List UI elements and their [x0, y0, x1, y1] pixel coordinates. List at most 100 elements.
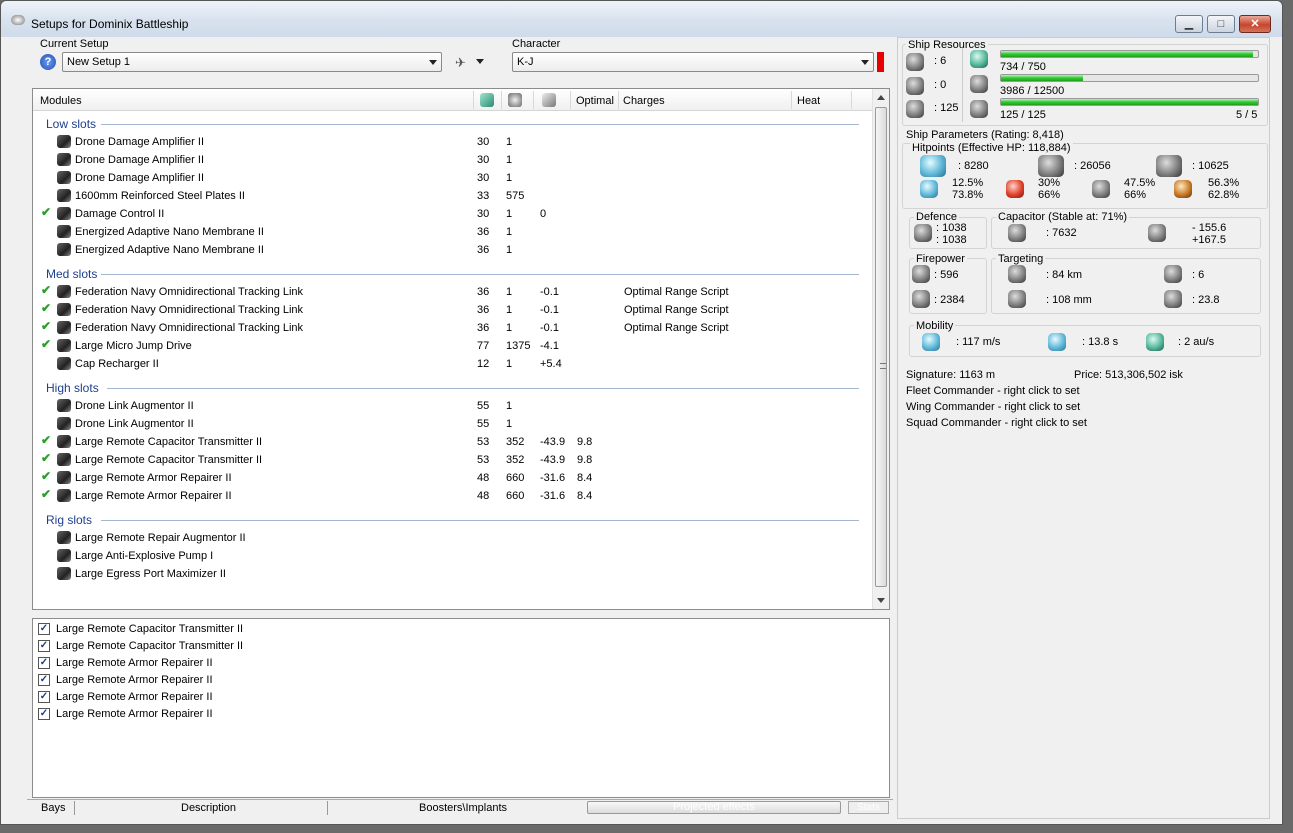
skills-status-indicator — [877, 52, 884, 72]
module-name: Energized Adaptive Nano Membrane II — [75, 244, 264, 256]
setup-select[interactable]: New Setup 1 — [62, 52, 442, 72]
powergrid-column-icon[interactable] — [480, 93, 494, 107]
ship-stats-panel: Ship Resources : 6 : 0 : 125 734 / 750 3… — [897, 37, 1270, 819]
scroll-down-icon[interactable] — [877, 598, 885, 603]
module-row[interactable]: ✔ Federation Navy Omnidirectional Trackin… — [33, 283, 873, 301]
capacitor-column-icon[interactable] — [542, 93, 556, 107]
cpu-usage: 734 / 750 — [1000, 61, 1046, 73]
module-row[interactable]: Drone Damage Amplifier II 30 1 — [33, 169, 873, 187]
module-cpu: 575 — [506, 190, 525, 202]
module-row[interactable]: ✔ Federation Navy Omnidirectional Trackin… — [33, 301, 873, 319]
module-powergrid: 53 — [477, 436, 490, 448]
module-row[interactable]: Cap Recharger II 12 1 +5.4 — [33, 355, 873, 373]
module-online-check[interactable]: ✔ — [41, 451, 51, 465]
squad-commander[interactable]: Squad Commander - right click to set — [906, 417, 1087, 429]
module-powergrid: 36 — [477, 226, 490, 238]
armor-icon — [1038, 155, 1064, 177]
module-powergrid: 36 — [477, 286, 490, 298]
module-name: Federation Navy Omnidirectional Tracking… — [75, 286, 304, 298]
module-row[interactable]: Drone Damage Amplifier II 30 1 — [33, 151, 873, 169]
signature-radius: Signature: 1163 m — [906, 369, 996, 381]
module-row[interactable]: ✔ Damage Control II 30 1 0 — [33, 205, 873, 223]
projected-item-checkbox[interactable]: ✓ — [38, 623, 50, 635]
capacitor-recharge: +167.5 — [1192, 234, 1226, 246]
fleet-commander[interactable]: Fleet Commander - right click to set — [906, 385, 1080, 397]
projected-item-checkbox[interactable]: ✓ — [38, 691, 50, 703]
tab-bays[interactable]: Bays — [41, 802, 65, 814]
column-charges[interactable]: Charges — [623, 95, 665, 107]
module-row[interactable]: Drone Link Augmentor II 55 1 — [33, 397, 873, 415]
module-row[interactable]: Large Egress Port Maximizer II — [33, 565, 873, 583]
module-capacitor: -43.9 — [540, 454, 566, 466]
capacitor-title: Capacitor (Stable at: 71%) — [996, 211, 1130, 223]
tab-boosters-implants[interactable]: Boosters\Implants — [419, 802, 507, 814]
projected-item-checkbox[interactable]: ✓ — [38, 674, 50, 686]
module-online-check[interactable]: ✔ — [41, 205, 51, 219]
module-online-check[interactable]: ✔ — [41, 301, 51, 315]
module-row[interactable]: ✔ Large Remote Capacitor Transmitter II 53… — [33, 433, 873, 451]
module-online-check[interactable]: ✔ — [41, 283, 51, 297]
tab-stats[interactable]: Stats — [848, 801, 889, 814]
module-row[interactable]: ✔ Large Remote Armor Repairer II 48 660 -31.… — [33, 469, 873, 487]
module-online-check[interactable]: ✔ — [41, 469, 51, 483]
minimize-button[interactable]: ▁ — [1175, 15, 1203, 33]
column-heat[interactable]: Heat — [797, 95, 820, 107]
wing-commander[interactable]: Wing Commander - right click to set — [906, 401, 1080, 413]
module-online-check[interactable]: ✔ — [41, 487, 51, 501]
title-bar[interactable]: Setups for Dominix Battleship ▁ □ ✕ — [1, 1, 1282, 37]
module-row[interactable]: ✔ Large Remote Armor Repairer II 48 660 -31.… — [33, 487, 873, 505]
module-online-check[interactable]: ✔ — [41, 337, 51, 351]
projected-item-name: Large Remote Armor Repairer II — [56, 691, 213, 703]
section-high-slots: High slots — [46, 381, 99, 395]
projected-effects-list[interactable]: ✓ Large Remote Capacitor Transmitter II ✓ L… — [32, 618, 890, 798]
modules-scrollbar[interactable] — [872, 89, 889, 609]
module-charge: Optimal Range Script — [624, 322, 729, 334]
drone-bandwidth-used: : 125 — [934, 102, 959, 114]
section-med-slots: Med slots — [46, 267, 98, 281]
projected-item-checkbox[interactable]: ✓ — [38, 657, 50, 669]
module-row[interactable]: ✔ Large Micro Jump Drive 77 1375 -4.1 — [33, 337, 873, 355]
module-row[interactable]: Drone Damage Amplifier II 30 1 — [33, 133, 873, 151]
module-row[interactable]: Large Anti-Explosive Pump I — [33, 547, 873, 565]
module-online-check[interactable]: ✔ — [41, 319, 51, 333]
module-capacitor: -0.1 — [540, 322, 559, 334]
chevron-down-icon[interactable] — [476, 59, 484, 64]
module-powergrid: 53 — [477, 454, 490, 466]
modules-list[interactable]: Modules Optimal Charges Heat Low slots Dr… — [32, 88, 890, 610]
scroll-up-icon[interactable] — [877, 95, 885, 100]
shield-hp: : 8280 — [958, 160, 989, 172]
maximize-button[interactable]: □ — [1207, 15, 1235, 33]
column-modules[interactable]: Modules — [40, 95, 82, 107]
module-row[interactable]: Energized Adaptive Nano Membrane II 36 1 — [33, 223, 873, 241]
module-name: 1600mm Reinforced Steel Plates II — [75, 190, 245, 202]
cpu-column-icon[interactable] — [508, 93, 522, 107]
drone-bandwidth-bar-icon — [970, 100, 988, 118]
tab-description[interactable]: Description — [181, 802, 236, 814]
help-icon[interactable]: ? — [40, 54, 56, 70]
character-select[interactable]: K-J — [512, 52, 874, 72]
module-row[interactable]: Drone Link Augmentor II 55 1 — [33, 415, 873, 433]
module-row[interactable]: ✔ Large Remote Capacitor Transmitter II 53… — [33, 451, 873, 469]
module-icon — [57, 189, 71, 202]
module-cpu: 660 — [506, 472, 525, 484]
close-button[interactable]: ✕ — [1239, 15, 1271, 33]
projected-item-checkbox[interactable]: ✓ — [38, 640, 50, 652]
shield-icon — [920, 155, 946, 177]
projected-item-name: Large Remote Capacitor Transmitter II — [56, 623, 244, 635]
module-row[interactable]: 1600mm Reinforced Steel Plates II 33 575 — [33, 187, 873, 205]
module-row[interactable]: Large Remote Repair Augmentor II — [33, 529, 873, 547]
scroll-thumb[interactable] — [875, 107, 887, 587]
module-row[interactable]: Energized Adaptive Nano Membrane II 36 1 — [33, 241, 873, 259]
capacitor-amount: : 7632 — [1046, 227, 1077, 239]
tab-projected-effects[interactable]: Projected effects — [587, 801, 841, 814]
character-label: Character — [512, 38, 561, 50]
projected-item-checkbox[interactable]: ✓ — [38, 708, 50, 720]
module-icon — [57, 567, 71, 580]
module-row[interactable]: ✔ Federation Navy Omnidirectional Trackin… — [33, 319, 873, 337]
module-name: Large Remote Armor Repairer II — [75, 472, 232, 484]
column-optimal[interactable]: Optimal — [576, 95, 614, 107]
setup-options-icon[interactable]: ✈ — [455, 55, 466, 71]
thermal-resist-armor: 66% — [1038, 189, 1061, 201]
module-cpu: 660 — [506, 490, 525, 502]
module-online-check[interactable]: ✔ — [41, 433, 51, 447]
